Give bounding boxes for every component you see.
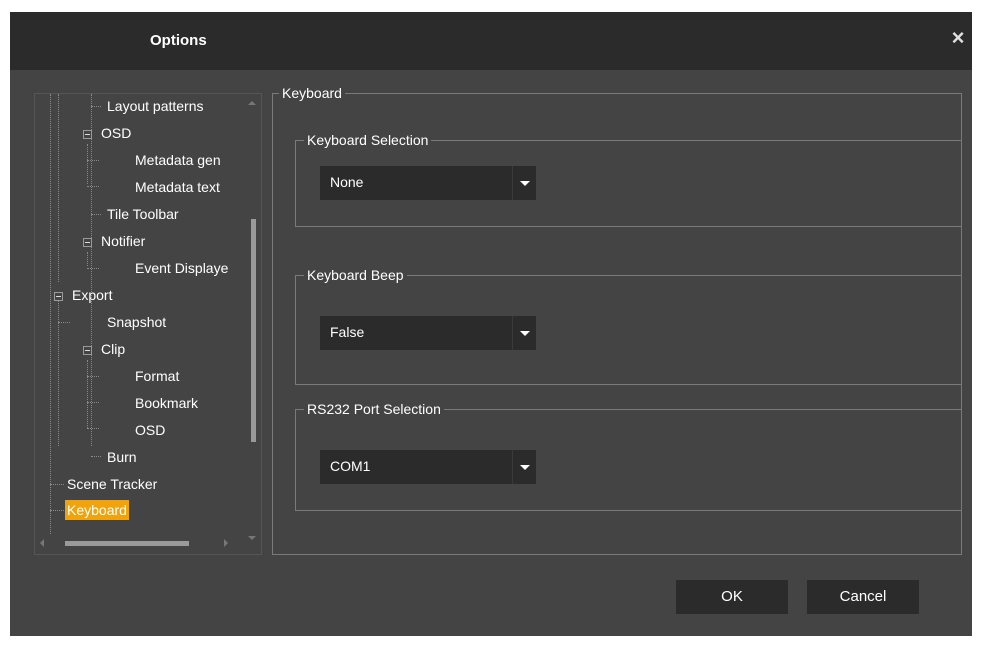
tree-item-tile-toolbar[interactable]: Tile Toolbar xyxy=(105,204,181,224)
cancel-button[interactable]: Cancel xyxy=(807,580,919,614)
tree-item-label: Keyboard xyxy=(65,500,129,520)
tree-line xyxy=(50,510,64,511)
tree-line xyxy=(91,94,92,446)
tree-item-label: Format xyxy=(135,368,180,384)
tree-item-label: Bookmark xyxy=(135,395,199,411)
keyboard-selection-dropdown[interactable]: None xyxy=(320,166,536,200)
rs232-port-label: RS232 Port Selection xyxy=(304,401,444,417)
tree-line xyxy=(87,376,99,377)
keyboard-beep-label: Keyboard Beep xyxy=(304,267,407,283)
tree-line xyxy=(50,484,64,485)
tree-item-snapshot[interactable]: Snapshot xyxy=(105,312,168,332)
keyboard-group: Keyboard Keyboard Selection None Keyboar… xyxy=(272,85,962,555)
tree-item-layout-patterns[interactable]: Layout patterns xyxy=(105,96,206,116)
tree-line xyxy=(58,94,59,282)
tree-item-label: Notifier xyxy=(101,233,146,249)
tree-item-export[interactable]: Export xyxy=(70,285,114,305)
tree-item-clip-osd[interactable]: OSD xyxy=(133,420,167,440)
tree-line xyxy=(87,144,88,184)
tree-line xyxy=(87,252,88,266)
dialog-content: Layout patterns OSD Metadata gen Metadat… xyxy=(10,70,972,636)
vertical-scrollbar-thumb[interactable] xyxy=(251,219,256,442)
tree-line xyxy=(58,292,59,446)
keyboard-selection-value: None xyxy=(330,174,364,190)
tree-item-label: Export xyxy=(72,287,113,303)
tree-line xyxy=(87,360,88,428)
tree-line xyxy=(87,160,99,161)
tree-item-burn[interactable]: Burn xyxy=(105,447,139,467)
options-dialog: Options × Layout patterns OSD Metadata g… xyxy=(10,12,972,636)
rs232-port-value: COM1 xyxy=(330,458,371,474)
rs232-port-dropdown[interactable]: COM1 xyxy=(320,450,536,484)
title-bar: Options × xyxy=(10,12,972,70)
scroll-down-icon[interactable] xyxy=(248,536,256,540)
chevron-down-icon[interactable] xyxy=(512,316,536,350)
horizontal-scrollbar-thumb[interactable] xyxy=(65,541,189,546)
keyboard-selection-label: Keyboard Selection xyxy=(304,132,432,148)
tree-item-label: OSD xyxy=(135,422,166,438)
tree-line xyxy=(58,322,70,323)
scroll-left-icon[interactable] xyxy=(40,539,44,547)
tree-line xyxy=(91,106,101,107)
options-tree: Layout patterns OSD Metadata gen Metadat… xyxy=(34,93,262,555)
chevron-down-icon[interactable] xyxy=(512,166,536,200)
tree-item-clip[interactable]: Clip xyxy=(99,339,127,359)
tree-line xyxy=(87,268,99,269)
rs232-port-group: RS232 Port Selection COM1 xyxy=(295,401,962,511)
collapse-icon[interactable] xyxy=(83,130,92,139)
keyboard-beep-value: False xyxy=(330,324,365,340)
tree-item-label: Event Displaye xyxy=(135,260,229,276)
tree-item-label: OSD xyxy=(101,125,132,141)
tree-item-osd[interactable]: OSD xyxy=(99,123,133,143)
tree-line xyxy=(91,456,101,457)
tree-item-scene-tracker[interactable]: Scene Tracker xyxy=(65,474,159,494)
tree-item-label: Burn xyxy=(107,449,137,465)
tree-item-notifier[interactable]: Notifier xyxy=(99,231,147,251)
keyboard-group-title: Keyboard xyxy=(279,85,345,101)
collapse-icon[interactable] xyxy=(54,292,63,301)
tree-line xyxy=(50,94,51,534)
tree-item-metadata-gen[interactable]: Metadata gen xyxy=(133,150,223,170)
tree-line xyxy=(87,402,99,403)
collapse-icon[interactable] xyxy=(83,238,92,247)
tree-line xyxy=(87,428,99,429)
scroll-up-icon[interactable] xyxy=(248,101,256,105)
tree-item-label: Scene Tracker xyxy=(67,476,158,492)
keyboard-selection-group: Keyboard Selection None xyxy=(295,132,962,227)
tree-line xyxy=(91,214,101,215)
tree-item-label: Snapshot xyxy=(107,314,167,330)
tree-item-label: Tile Toolbar xyxy=(107,206,179,222)
keyboard-beep-dropdown[interactable]: False xyxy=(320,316,536,350)
collapse-icon[interactable] xyxy=(83,346,92,355)
tree-item-label: Layout patterns xyxy=(107,98,204,114)
tree-item-label: Clip xyxy=(101,341,126,357)
keyboard-beep-group: Keyboard Beep False xyxy=(295,267,962,385)
tree-item-label: Metadata text xyxy=(135,179,220,195)
chevron-down-icon[interactable] xyxy=(512,450,536,484)
dialog-title: Options xyxy=(150,32,207,49)
tree-item-keyboard[interactable]: Keyboard xyxy=(65,500,129,520)
tree-item-bookmark[interactable]: Bookmark xyxy=(133,393,200,413)
tree-item-event-displayer[interactable]: Event Displaye xyxy=(133,258,230,278)
close-icon[interactable]: × xyxy=(944,24,972,52)
tree-item-label: Metadata gen xyxy=(135,152,221,168)
scroll-right-icon[interactable] xyxy=(224,539,228,547)
tree-line xyxy=(87,186,99,187)
tree-item-format[interactable]: Format xyxy=(133,366,181,386)
tree-item-metadata-text[interactable]: Metadata text xyxy=(133,177,222,197)
ok-button[interactable]: OK xyxy=(676,580,788,614)
